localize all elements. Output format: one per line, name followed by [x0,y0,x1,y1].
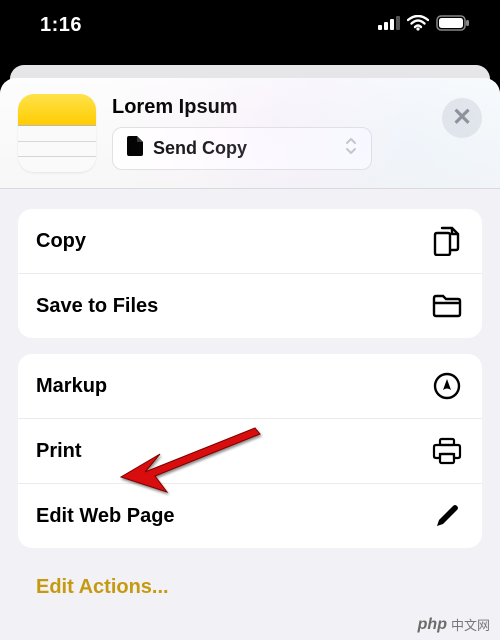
share-sheet-header: Lorem Ipsum Send Copy [0,78,500,189]
close-icon: ✕ [452,106,472,130]
wifi-icon [407,15,429,36]
action-label: Edit Web Page [36,505,175,528]
folder-icon [432,291,462,321]
action-label: Markup [36,375,107,398]
markup-icon [432,371,462,401]
action-label: Copy [36,230,86,253]
action-print[interactable]: Print [18,418,482,483]
action-copy[interactable]: Copy [18,209,482,273]
action-edit-web-page[interactable]: Edit Web Page [18,483,482,548]
edit-actions-button[interactable]: Edit Actions... [18,564,482,619]
action-label: Save to Files [36,295,158,318]
status-icons [378,15,470,36]
battery-icon [436,15,470,36]
action-markup[interactable]: Markup [18,354,482,418]
share-sheet: Lorem Ipsum Send Copy [0,78,500,640]
action-group-1: Copy Save to Files [18,209,482,338]
notes-app-icon [18,94,96,172]
status-bar: 1:16 [0,0,500,60]
actions-area: Copy Save to Files [0,189,500,619]
edit-actions-label: Edit Actions... [36,576,169,598]
document-title: Lorem Ipsum [112,96,426,119]
watermark-text: 中文网 [451,615,490,634]
action-group-2: Markup Print [18,354,482,548]
action-save-to-files[interactable]: Save to Files [18,273,482,338]
watermark-brand: php [418,616,447,634]
duplicate-icon [432,226,462,256]
send-copy-label: Send Copy [153,138,247,159]
status-time: 1:16 [40,14,82,37]
printer-icon [432,436,462,466]
document-icon [127,136,143,161]
close-button[interactable]: ✕ [442,98,482,138]
send-copy-button[interactable]: Send Copy [112,127,372,170]
pencil-icon [432,501,462,531]
cellular-icon [378,16,400,35]
action-label: Print [36,440,82,463]
chevron-sort-icon [345,137,357,160]
watermark: php 中文网 [418,615,490,634]
